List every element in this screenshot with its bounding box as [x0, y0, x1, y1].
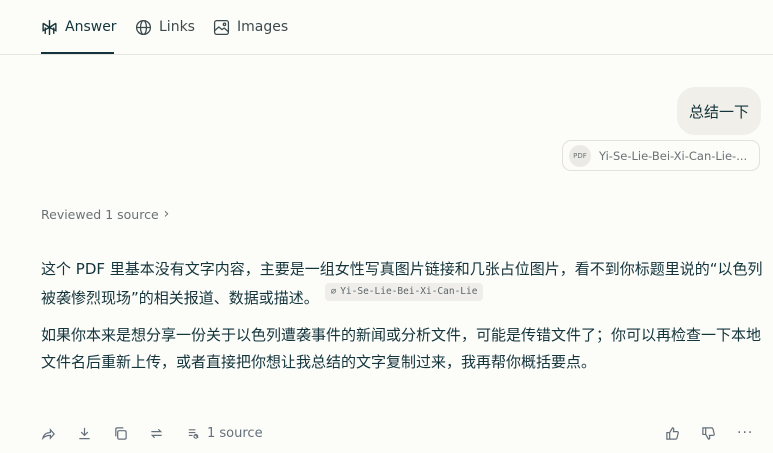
thumbs-up-button[interactable]	[665, 420, 680, 446]
attachment-chip[interactable]: PDF Yi-Se-Lie-Bei-Xi-Can-Lie-...	[562, 140, 760, 171]
user-message-bubble: 总结一下	[676, 87, 761, 135]
tab-answer-label: Answer	[65, 19, 117, 35]
citation-chip[interactable]: ⌀ Yi-Se-Lie-Bei-Xi-Can-Lie	[324, 283, 484, 301]
answer-paragraph-2: 如果你本来是想分享一份关于以色列遭袭事件的新闻或分析文件，可能是传错文件了；你可…	[41, 322, 763, 376]
tab-links[interactable]: Links	[135, 0, 195, 54]
copy-icon	[115, 426, 127, 440]
thumbs-down-button[interactable]	[701, 420, 716, 446]
perplexity-icon	[41, 19, 58, 36]
sources-icon	[188, 428, 199, 439]
citation-label: Yi-Se-Lie-Bei-Xi-Can-Lie	[340, 286, 478, 297]
share-icon	[41, 427, 55, 440]
attachment-filename: Yi-Se-Lie-Bei-Xi-Can-Lie-...	[599, 148, 748, 163]
sources-button[interactable]: 1 source	[186, 420, 263, 446]
active-tab-indicator	[41, 52, 114, 54]
sources-label: 1 source	[207, 425, 263, 441]
tab-bar: Answer Links Images	[0, 0, 773, 55]
paperclip-icon: ⌀	[330, 287, 337, 297]
tab-images[interactable]: Images	[213, 0, 288, 54]
image-icon	[213, 19, 230, 36]
download-icon	[79, 427, 90, 439]
rewrite-button[interactable]	[149, 420, 164, 446]
thumbs-up-icon	[666, 426, 679, 440]
more-options-icon: ···	[737, 425, 754, 441]
share-button[interactable]	[41, 420, 56, 446]
thumbs-down-icon	[702, 426, 715, 440]
chevron-right-icon: ›	[163, 206, 170, 222]
answer-paragraph-2-text: 如果你本来是想分享一份关于以色列遭袭事件的新闻或分析文件，可能是传错文件了；你可…	[41, 326, 762, 371]
download-button[interactable]	[77, 420, 92, 446]
pdf-file-icon: PDF	[569, 144, 591, 167]
tab-links-label: Links	[159, 19, 195, 35]
user-message-text: 总结一下	[688, 102, 749, 121]
more-options-button[interactable]: ···	[737, 420, 753, 446]
tab-images-label: Images	[237, 19, 289, 35]
answer-paragraph-1: 这个 PDF 里基本没有文字内容，主要是一组女性写真图片链接和几张占位图片，看不…	[41, 256, 763, 312]
tab-answer[interactable]: Answer	[41, 0, 117, 54]
reviewed-sources-label: Reviewed 1 source	[41, 206, 159, 222]
copy-button[interactable]	[113, 420, 128, 446]
globe-icon	[135, 19, 152, 36]
rewrite-icon	[150, 428, 163, 438]
answer-action-bar: 1 source ···	[0, 420, 773, 446]
reviewed-sources-toggle[interactable]: Reviewed 1 source ›	[41, 206, 169, 222]
